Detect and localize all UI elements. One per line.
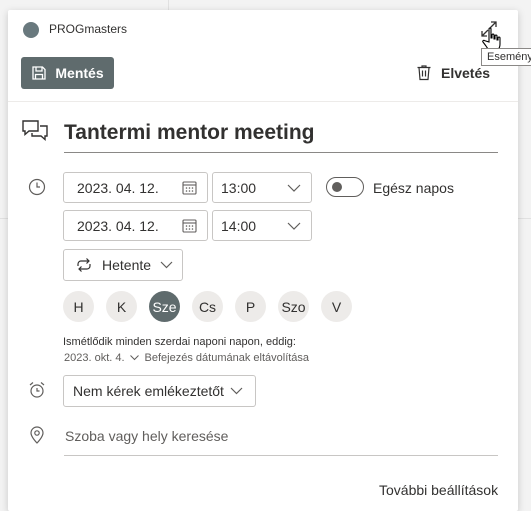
save-button[interactable]: Mentés (21, 57, 114, 89)
clock-icon (28, 178, 46, 196)
alarm-clock-icon (29, 382, 45, 398)
day-label: V (331, 298, 342, 315)
start-time-value: 13:00 (221, 179, 257, 196)
day-label: P (245, 298, 256, 315)
day-label: H (73, 298, 84, 315)
location-underline (64, 455, 498, 456)
end-date-value: 2023. 04. 12. (77, 217, 159, 234)
day-label: Cs (198, 298, 217, 315)
reminder-label: Nem kérek emlékeztetőt (73, 383, 224, 399)
end-date-picker[interactable]: 2023. 04. 12. (63, 210, 208, 241)
more-settings-link[interactable]: További beállítások (379, 482, 498, 498)
event-editor-card: PROGmasters Esemény Mentés Elvetés Tante… (8, 10, 531, 511)
location-input[interactable]: Szoba vagy hely keresése (65, 428, 228, 444)
save-button-label: Mentés (55, 65, 104, 81)
discard-label: Elvetés (441, 64, 491, 81)
calendar-icon (182, 181, 197, 195)
end-time-select[interactable]: 14:00 (212, 210, 312, 241)
day-button-wednesday[interactable]: Sze (149, 291, 180, 322)
day-button-sunday[interactable]: V (321, 291, 352, 322)
start-date-value: 2023. 04. 12. (77, 179, 159, 196)
calendar-icon (182, 219, 197, 233)
repeat-label: Hetente (102, 257, 152, 273)
chevron-down-icon (160, 261, 173, 269)
chevron-down-icon (287, 222, 301, 230)
header-divider (8, 101, 518, 102)
background-gridline (168, 0, 169, 10)
background-gridline (0, 218, 8, 219)
save-icon (32, 66, 47, 80)
day-button-friday[interactable]: P (235, 291, 266, 322)
recurrence-end-row: 2023. okt. 4. Befejezés dátumának eltávo… (64, 352, 309, 364)
chevron-down-icon (230, 387, 243, 395)
end-time-value: 14:00 (221, 217, 257, 234)
recurrence-end-date-value: 2023. okt. 4. (64, 352, 125, 364)
day-label: Szo (281, 298, 306, 315)
day-label: Sze (152, 298, 177, 315)
toggle-knob (332, 182, 342, 192)
trash-icon (417, 65, 431, 81)
recurrence-end-date[interactable]: 2023. okt. 4. (64, 352, 139, 364)
start-time-select[interactable]: 13:00 (212, 172, 312, 203)
calendar-color-dot[interactable] (23, 22, 39, 38)
chevron-down-icon (287, 184, 301, 192)
day-button-tuesday[interactable]: K (106, 291, 137, 322)
start-date-picker[interactable]: 2023. 04. 12. (63, 172, 208, 203)
reminder-select[interactable]: Nem kérek emlékeztetőt (63, 375, 256, 407)
chat-bubbles-icon (22, 120, 48, 142)
location-pin-icon (30, 426, 44, 444)
title-underline (64, 152, 498, 153)
day-button-thursday[interactable]: Cs (192, 291, 223, 322)
repeat-icon (77, 258, 91, 272)
day-label: K (116, 298, 127, 315)
day-button-saturday[interactable]: Szo (278, 291, 309, 322)
recurrence-summary: Ismétlődik minden szerdai naponi napon, … (63, 336, 296, 348)
event-title[interactable]: Tantermi mentor meeting (64, 121, 314, 145)
day-button-monday[interactable]: H (63, 291, 94, 322)
remove-end-date-link[interactable]: Befejezés dátumának eltávolítása (145, 352, 310, 364)
calendar-name[interactable]: PROGmasters (49, 22, 127, 36)
chevron-down-icon (129, 355, 139, 361)
background-gridline (518, 218, 531, 219)
repeat-select[interactable]: Hetente (63, 249, 183, 281)
all-day-toggle[interactable] (326, 177, 364, 197)
discard-button[interactable]: Elvetés (416, 64, 490, 81)
all-day-label: Egész napos (373, 180, 454, 196)
